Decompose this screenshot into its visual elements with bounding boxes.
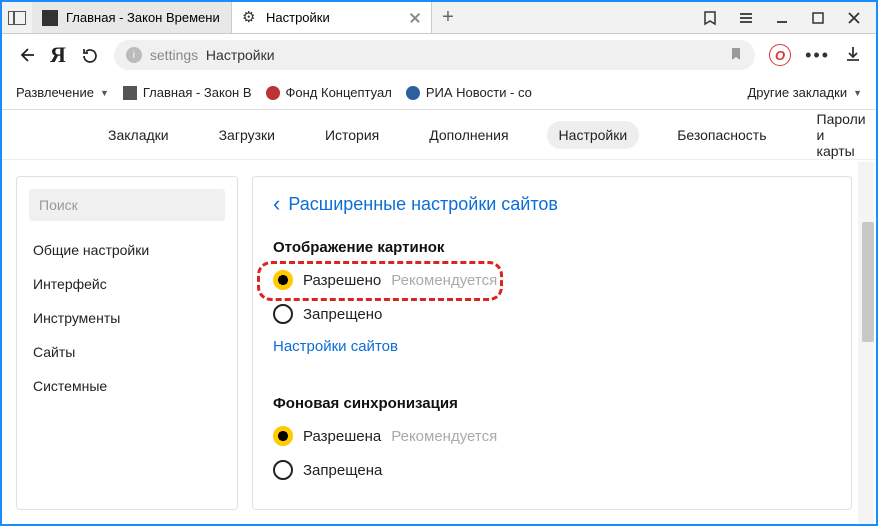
tab-title-1: Настройки xyxy=(266,10,401,25)
yandex-logo[interactable]: Я xyxy=(50,42,66,68)
browser-tab-0[interactable]: Главная - Закон Времени xyxy=(32,2,232,33)
close-window-icon[interactable] xyxy=(846,10,862,26)
favicon-icon xyxy=(406,86,420,100)
bookmark-item-2[interactable]: Фонд Концептуал xyxy=(266,85,392,100)
more-icon[interactable]: ••• xyxy=(805,45,830,66)
option-label: Запрещена xyxy=(303,462,382,479)
navtab-addons[interactable]: Дополнения xyxy=(417,121,520,149)
navtab-history[interactable]: История xyxy=(313,121,391,149)
option-hint: Рекомендуется xyxy=(391,428,497,445)
bookmark-folder-entertainment[interactable]: Развлечение ▼ xyxy=(16,85,109,100)
settings-search-input[interactable]: Поиск xyxy=(29,189,225,221)
option-hint: Рекомендуется xyxy=(391,272,497,289)
titlebar: Главная - Закон Времени Настройки xyxy=(2,2,876,34)
content-area: Поиск Общие настройки Интерфейс Инструме… xyxy=(2,162,876,524)
titlebar-left xyxy=(2,2,32,33)
navtab-security[interactable]: Безопасность xyxy=(665,121,778,149)
option-images-allow[interactable]: Разрешено Рекомендуется xyxy=(273,266,831,300)
option-label: Разрешена xyxy=(303,428,381,445)
sidebar-item-system[interactable]: Системные xyxy=(17,369,237,403)
site-info-icon[interactable]: i xyxy=(126,47,142,63)
option-label: Запрещено xyxy=(303,306,382,323)
reload-button[interactable] xyxy=(80,45,100,65)
menu-icon[interactable] xyxy=(738,10,754,26)
radio-icon[interactable] xyxy=(273,304,293,324)
tab-title-0: Главная - Закон Времени xyxy=(66,10,221,25)
minimize-icon[interactable] xyxy=(774,10,790,26)
bookmarks-bar: Развлечение ▼ Главная - Закон В Фонд Кон… xyxy=(2,76,876,110)
chevron-left-icon xyxy=(273,191,280,217)
scrollbar-track[interactable] xyxy=(858,162,874,524)
browser-tab-1[interactable]: Настройки xyxy=(232,2,432,33)
navtab-settings[interactable]: Настройки xyxy=(547,121,640,149)
bookmark-item-3[interactable]: РИА Новости - со xyxy=(406,85,532,100)
breadcrumb-back[interactable]: Расширенные настройки сайтов xyxy=(273,191,831,217)
favicon-icon xyxy=(266,86,280,100)
settings-navtabs: Закладки Загрузки История Дополнения Нас… xyxy=(2,110,876,160)
radio-selected-icon[interactable] xyxy=(273,426,293,446)
bookmark-flag-icon[interactable] xyxy=(729,46,743,65)
option-label: Разрешено xyxy=(303,272,381,289)
maximize-icon[interactable] xyxy=(810,10,826,26)
option-sync-allow[interactable]: Разрешена Рекомендуется xyxy=(273,422,831,456)
navtab-passwords[interactable]: Пароли и карты xyxy=(805,105,878,165)
settings-main: Расширенные настройки сайтов Отображение… xyxy=(252,176,852,510)
breadcrumb-label: Расширенные настройки сайтов xyxy=(288,194,558,215)
bookmark-item-1[interactable]: Главная - Закон В xyxy=(123,85,252,100)
sidebar-item-general[interactable]: Общие настройки xyxy=(17,233,237,267)
other-bookmarks[interactable]: Другие закладки ▼ xyxy=(747,85,862,100)
settings-sidebar: Поиск Общие настройки Интерфейс Инструме… xyxy=(16,176,238,510)
reading-list-icon[interactable] xyxy=(702,10,718,26)
radio-selected-icon[interactable] xyxy=(273,270,293,290)
section-title-sync: Фоновая синхронизация xyxy=(273,395,831,412)
favicon-tab-0 xyxy=(42,10,58,26)
back-button[interactable] xyxy=(16,45,36,65)
sidebar-item-sites[interactable]: Сайты xyxy=(17,335,237,369)
scrollbar-thumb[interactable] xyxy=(862,222,874,342)
section-title-images: Отображение картинок xyxy=(273,239,831,256)
address-bar: Я i settings Настройки O ••• xyxy=(2,34,876,76)
navtab-bookmarks[interactable]: Закладки xyxy=(96,121,181,149)
window-controls xyxy=(688,2,876,33)
option-images-deny[interactable]: Запрещено xyxy=(273,300,831,334)
favicon-tab-1-gear-icon xyxy=(242,10,258,26)
navtab-downloads[interactable]: Загрузки xyxy=(207,121,287,149)
sidebar-item-interface[interactable]: Интерфейс xyxy=(17,267,237,301)
sidebar-panel-icon[interactable] xyxy=(8,11,26,25)
omnibox-text: settings Настройки xyxy=(150,47,275,63)
radio-icon[interactable] xyxy=(273,460,293,480)
new-tab-button[interactable] xyxy=(432,2,464,33)
site-settings-link[interactable]: Настройки сайтов xyxy=(273,338,398,355)
sidebar-item-tools[interactable]: Инструменты xyxy=(17,301,237,335)
turbo-icon[interactable]: O xyxy=(769,44,791,66)
downloads-icon[interactable] xyxy=(844,45,862,66)
omnibox[interactable]: i settings Настройки xyxy=(114,40,755,70)
option-sync-deny[interactable]: Запрещена xyxy=(273,456,831,490)
favicon-icon xyxy=(123,86,137,100)
tab-close-icon[interactable] xyxy=(409,12,421,24)
